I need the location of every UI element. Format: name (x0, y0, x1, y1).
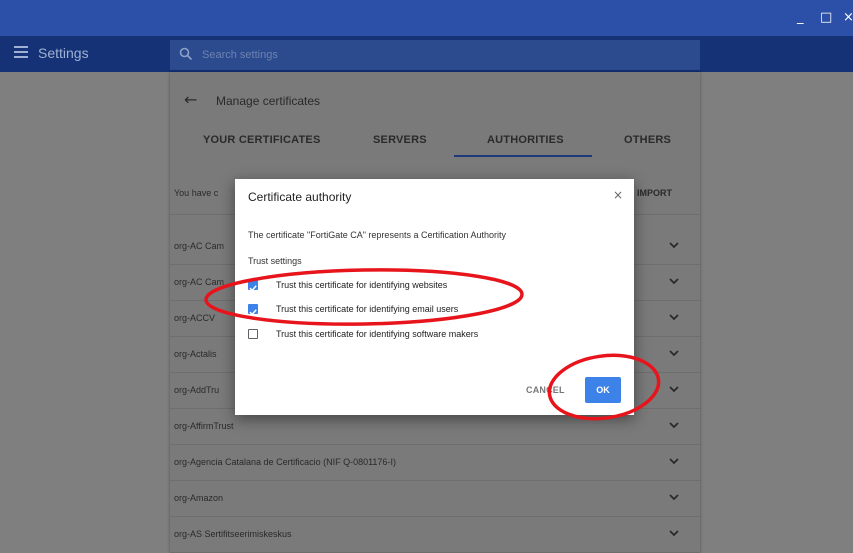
search-input[interactable] (202, 45, 682, 65)
tab-servers[interactable]: SERVERS (373, 134, 427, 146)
search-bar[interactable] (170, 40, 700, 70)
tab-your-certificates[interactable]: YOUR CERTIFICATES (203, 134, 320, 146)
list-item[interactable]: org-Amazon (170, 481, 700, 517)
page-title: Manage certificates (216, 94, 321, 108)
certificate-authority-dialog: Certificate authority × The certificate … (235, 179, 634, 415)
close-window-button[interactable]: × (843, 10, 853, 26)
trust-websites-label[interactable]: Trust this certificate for identifying w… (276, 280, 447, 290)
chevron-down-icon[interactable] (668, 383, 680, 395)
trust-email-checkbox[interactable] (248, 304, 258, 316)
cert-authority-name: org-AC Cam (174, 277, 225, 287)
list-item[interactable]: org-AS Sertifitseerimiskeskus (170, 517, 700, 553)
cert-authority-name: org-Agencia Catalana de Certificacio (NI… (174, 457, 396, 467)
tab-authorities[interactable]: AUTHORITIES (487, 134, 564, 146)
checkmark-icon (249, 285, 257, 292)
list-item[interactable]: org-Agencia Catalana de Certificacio (NI… (170, 445, 700, 481)
chevron-down-icon[interactable] (668, 455, 680, 467)
trust-email-label[interactable]: Trust this certificate for identifying e… (276, 304, 458, 314)
cert-authority-name: org-AS Sertifitseerimiskeskus (174, 529, 292, 539)
chevron-down-icon[interactable] (668, 419, 680, 431)
hamburger-menu-icon[interactable] (14, 46, 28, 60)
dialog-close-icon[interactable]: × (613, 188, 623, 202)
cert-authority-name: org-Actalis (174, 349, 217, 359)
maximize-button[interactable]: □ (820, 10, 832, 26)
ok-button[interactable]: OK (585, 377, 621, 403)
import-button[interactable]: IMPORT (637, 188, 672, 198)
trust-software-label[interactable]: Trust this certificate for identifying s… (276, 329, 478, 339)
intro-text: You have c (174, 188, 219, 198)
cert-authority-name: org-ACCV (174, 313, 216, 323)
trust-settings-heading: Trust settings (248, 256, 302, 266)
cancel-button[interactable]: CANCEL (526, 385, 565, 395)
chevron-down-icon[interactable] (668, 491, 680, 503)
panel-header: ← Manage certificates (170, 72, 700, 130)
checkmark-icon (249, 309, 257, 316)
chevron-down-icon[interactable] (668, 239, 680, 251)
dialog-title: Certificate authority (248, 190, 352, 204)
dialog-message: The certificate "FortiGate CA" represent… (248, 230, 506, 240)
trust-websites-checkbox[interactable] (248, 280, 258, 292)
window-titlebar: _ □ × (0, 0, 853, 36)
chevron-down-icon[interactable] (668, 527, 680, 539)
app-title: Settings (38, 45, 89, 61)
search-icon (179, 47, 193, 61)
chevron-down-icon[interactable] (668, 311, 680, 323)
active-tab-indicator (454, 155, 592, 157)
trust-software-checkbox[interactable] (248, 329, 258, 339)
back-arrow-icon[interactable]: ← (184, 92, 197, 108)
cert-authority-name: org-AddTru (174, 385, 220, 395)
cert-authority-name: org-Amazon (174, 493, 224, 503)
tab-others[interactable]: OTHERS (624, 134, 671, 146)
cert-authority-name: org-AffirmTrust (174, 421, 234, 431)
minimize-button[interactable]: _ (797, 10, 804, 26)
chevron-down-icon[interactable] (668, 275, 680, 287)
cert-authority-name: org-AC Cam (174, 241, 225, 251)
chevron-down-icon[interactable] (668, 347, 680, 359)
